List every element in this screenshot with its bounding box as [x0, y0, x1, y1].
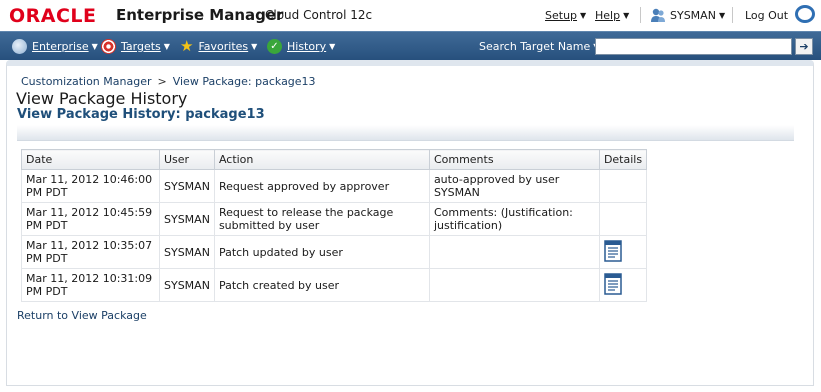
oracle-o-icon	[795, 5, 815, 23]
cell-details	[598, 235, 648, 269]
logout-link[interactable]: Log Out	[745, 9, 788, 22]
nav-history[interactable]: ✓ History ▼	[267, 39, 335, 54]
cell-user: SYSMAN	[159, 169, 215, 203]
table-header-row: Date User Action Comments Details	[21, 149, 648, 170]
page-title: View Package History	[16, 89, 188, 108]
table-row: Mar 11, 2012 10:45:59 PM PDT SYSMAN Requ…	[21, 202, 648, 236]
user-icon	[651, 8, 665, 22]
table-row: Mar 11, 2012 10:46:00 PM PDT SYSMAN Requ…	[21, 169, 648, 203]
global-nav-bar: Enterprise ▼ Targets ▼ ★ Favorites ▼ ✓ H…	[0, 31, 821, 60]
column-header-date[interactable]: Date	[21, 149, 160, 170]
chevron-down-icon: ▼	[580, 11, 587, 20]
cell-user: SYSMAN	[159, 268, 215, 302]
chevron-down-icon: ▼	[718, 11, 726, 20]
branding-bar: ORACLE Enterprise Manager Cloud Control …	[0, 0, 821, 31]
chevron-down-icon: ▼	[329, 42, 336, 51]
cell-date: Mar 11, 2012 10:31:09 PM PDT	[21, 268, 160, 302]
history-table: Date User Action Comments Details Mar 11…	[21, 149, 648, 302]
cell-details	[598, 169, 648, 203]
nav-targets-label: Targets	[121, 40, 161, 53]
section-divider	[17, 125, 794, 141]
chevron-down-icon: ▼	[163, 42, 170, 51]
product-name: Enterprise Manager	[116, 6, 284, 24]
cell-action: Patch updated by user	[213, 235, 430, 269]
section-title: View Package History: package13	[17, 107, 265, 122]
return-to-view-package-link[interactable]: Return to View Package	[17, 309, 147, 322]
search-go-button[interactable]: ➔	[795, 38, 813, 55]
divider	[732, 7, 733, 23]
cell-date: Mar 11, 2012 10:46:00 PM PDT	[21, 169, 160, 203]
setup-menu-label: Setup	[545, 9, 578, 22]
user-menu[interactable]: SYSMAN ▼	[670, 9, 725, 22]
user-menu-label: SYSMAN	[670, 9, 716, 22]
cell-user: SYSMAN	[159, 202, 215, 236]
breadcrumb: Customization Manager > View Package: pack…	[21, 75, 316, 88]
chevron-down-icon: ▼	[91, 42, 98, 51]
nav-favorites[interactable]: ★ Favorites ▼	[180, 39, 257, 54]
table-row: Mar 11, 2012 10:35:07 PM PDT SYSMAN Patc…	[21, 235, 648, 269]
cell-date: Mar 11, 2012 10:35:07 PM PDT	[21, 235, 160, 269]
nav-enterprise-label: Enterprise	[32, 40, 89, 53]
cell-details	[598, 202, 648, 236]
breadcrumb-separator: >	[157, 75, 167, 88]
product-edition: Cloud Control 12c	[265, 8, 373, 22]
target-icon	[101, 39, 116, 54]
cell-comments	[428, 235, 600, 269]
cell-details	[598, 268, 648, 302]
help-menu-label: Help	[595, 9, 621, 22]
cell-date: Mar 11, 2012 10:45:59 PM PDT	[21, 202, 160, 236]
search-target-dropdown[interactable]: Search Target Name▼	[479, 40, 599, 53]
details-document-icon[interactable]	[604, 272, 622, 295]
nav-history-label: History	[287, 40, 327, 53]
star-icon: ★	[180, 37, 194, 55]
details-document-icon[interactable]	[604, 239, 622, 262]
cell-comments: Comments: (Justification: justification)	[428, 202, 600, 236]
enterprise-icon	[12, 39, 27, 54]
breadcrumb-view-package[interactable]: View Package: package13	[173, 75, 316, 88]
history-icon: ✓	[267, 39, 282, 54]
arrow-right-icon: ➔	[799, 40, 809, 53]
cell-comments	[428, 268, 600, 302]
cell-comments: auto-approved by user SYSMAN	[428, 169, 600, 203]
nav-enterprise[interactable]: Enterprise ▼	[12, 39, 98, 54]
chevron-down-icon: ▼	[623, 11, 630, 20]
nav-favorites-label: Favorites	[198, 40, 249, 53]
column-header-action[interactable]: Action	[213, 149, 430, 170]
search-input[interactable]	[595, 38, 792, 55]
column-header-user[interactable]: User	[159, 149, 215, 170]
nav-targets[interactable]: Targets ▼	[101, 39, 170, 54]
setup-menu[interactable]: Setup ▼	[545, 9, 586, 22]
cell-action: Patch created by user	[213, 268, 430, 302]
oracle-logo: ORACLE	[9, 5, 97, 27]
cell-action: Request approved by approver	[213, 169, 430, 203]
column-header-details[interactable]: Details	[598, 149, 648, 170]
column-header-comments[interactable]: Comments	[428, 149, 600, 170]
cell-user: SYSMAN	[159, 235, 215, 269]
breadcrumb-customization-manager[interactable]: Customization Manager	[21, 75, 152, 88]
chevron-down-icon: ▼	[251, 42, 258, 51]
cell-action: Request to release the package submitted…	[213, 202, 430, 236]
table-row: Mar 11, 2012 10:31:09 PM PDT SYSMAN Patc…	[21, 268, 648, 302]
divider	[640, 7, 641, 23]
search-label: Search Target Name	[479, 40, 591, 53]
help-menu[interactable]: Help ▼	[595, 9, 629, 22]
